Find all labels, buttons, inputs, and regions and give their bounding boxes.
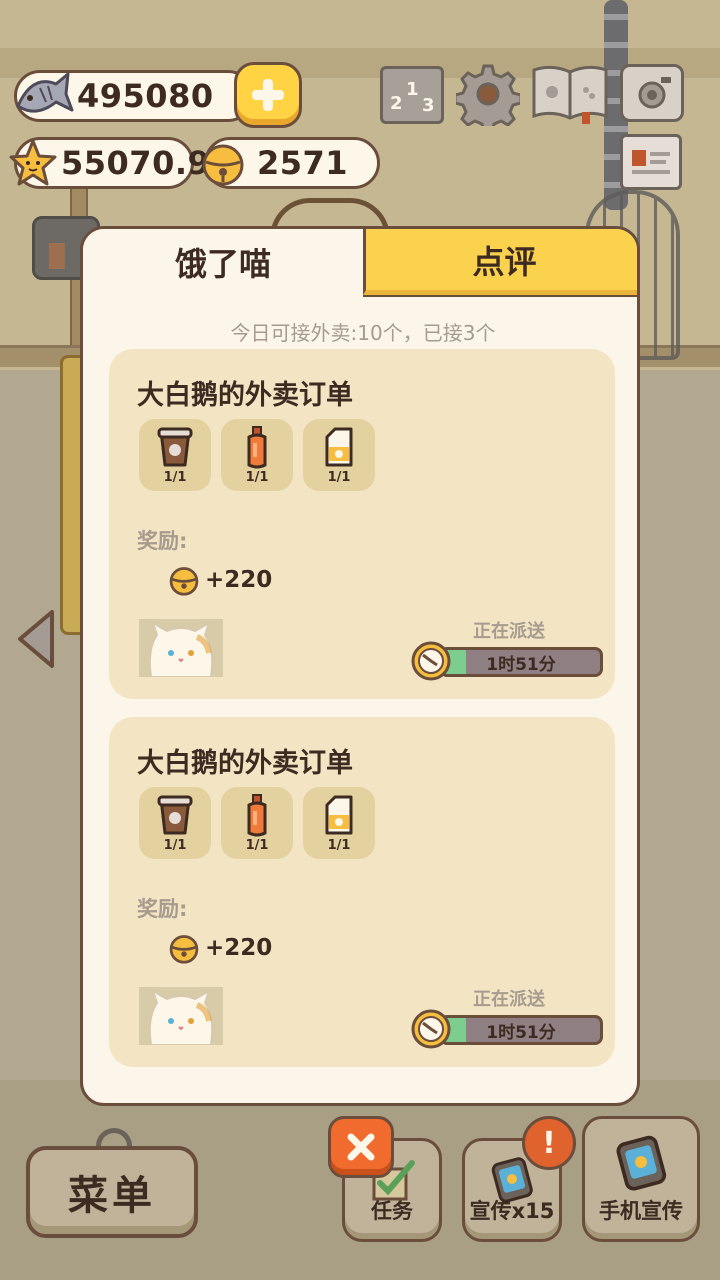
bell-count: 2571 [257, 144, 349, 182]
order-items: 1/1 1/1 1/1 [139, 419, 375, 491]
item-count: 1/1 [163, 470, 187, 485]
book-icon[interactable] [530, 62, 610, 124]
reward-row: +220 [167, 563, 272, 597]
close-button[interactable] [328, 1116, 394, 1178]
left-arrow-icon[interactable] [14, 608, 58, 670]
cup-drink-icon [157, 795, 193, 835]
cat-avatar [139, 619, 223, 677]
milk-carton-icon [325, 427, 353, 467]
item-count: 1/1 [327, 470, 351, 485]
delivery-status: 正在派送 [473, 621, 545, 642]
reward-value: +220 [205, 567, 273, 593]
bell-icon [198, 138, 248, 188]
delivery-timer: 1时51分 [411, 641, 603, 681]
cat-avatar [139, 987, 223, 1045]
camera-icon[interactable] [620, 64, 684, 122]
item-count: 1/1 [163, 838, 187, 853]
item-slot[interactable]: 1/1 [303, 419, 375, 491]
delivery-timer: 1时51分 [411, 1009, 603, 1049]
time-left: 1时51分 [486, 654, 556, 675]
milk-carton-icon [325, 795, 353, 835]
reward-label: 奖励: [137, 897, 188, 921]
phone-icon [491, 1157, 533, 1203]
item-count: 1/1 [327, 838, 351, 853]
reward-row: +220 [167, 931, 272, 965]
delivery-panel: 饿了喵 点评 今日可接外卖:10个，已接3个 大白鹅的外卖订单 1/1 1/1 … [80, 226, 640, 1106]
delivery-status: 正在派送 [473, 989, 545, 1010]
phone-promote-label: 手机宣传 [599, 1199, 683, 1223]
svg-text:3: 3 [422, 95, 435, 116]
bell-icon [169, 567, 199, 596]
clock-icon [411, 641, 451, 681]
progress-bar: 1时51分 [439, 647, 603, 677]
item-slot[interactable]: 1/1 [303, 787, 375, 859]
tab-review[interactable]: 点评 [363, 229, 637, 295]
tab-divider [363, 295, 637, 297]
time-left: 1时51分 [486, 1022, 556, 1043]
item-count: 1/1 [245, 470, 269, 485]
close-icon [347, 1133, 375, 1161]
order-card: 大白鹅的外卖订单 1/1 1/1 1/1 奖励: +220 正在派送 1时51分 [109, 349, 615, 699]
tab-eleme[interactable]: 饿了喵 [83, 229, 363, 295]
bell-icon [169, 935, 199, 964]
order-card: 大白鹅的外卖订单 1/1 1/1 1/1 奖励: +220 正在派送 1时51分 [109, 717, 615, 1067]
daily-quota-text: 今日可接外卖:10个，已接3个 [230, 321, 496, 345]
item-slot[interactable]: 1/1 [139, 787, 211, 859]
order-items: 1/1 1/1 1/1 [139, 787, 375, 859]
svg-text:2: 2 [390, 93, 403, 114]
item-slot[interactable]: 1/1 [139, 419, 211, 491]
star-icon [8, 138, 58, 188]
add-fish-button[interactable] [234, 62, 302, 128]
order-title: 大白鹅的外卖订单 [137, 380, 353, 411]
clock-icon [411, 1009, 451, 1049]
item-count: 1/1 [245, 838, 269, 853]
alert-badge: ! [522, 1116, 576, 1170]
settings-gear-icon[interactable] [456, 62, 520, 126]
fish-count: 495080 [77, 77, 214, 115]
phone-promote-button[interactable]: 手机宣传 [582, 1116, 700, 1242]
fish-icon [12, 66, 76, 124]
phone-icon [616, 1135, 667, 1191]
progress-bar: 1时51分 [439, 1015, 603, 1045]
item-slot[interactable]: 1/1 [221, 419, 293, 491]
menu-button[interactable]: 菜单 [26, 1146, 198, 1238]
item-slot[interactable]: 1/1 [221, 787, 293, 859]
juice-bottle-icon [247, 426, 267, 469]
profile-card-icon[interactable] [620, 134, 682, 190]
svg-text:1: 1 [406, 79, 419, 100]
plus-icon [252, 79, 284, 111]
reward-label: 奖励: [137, 529, 188, 553]
star-count: 55070.9 [61, 144, 211, 182]
ranking-icon[interactable]: 2 1 3 [380, 66, 444, 124]
order-title: 大白鹅的外卖订单 [137, 748, 353, 779]
reward-value: +220 [205, 935, 273, 961]
juice-bottle-icon [247, 794, 267, 837]
cup-drink-icon [157, 427, 193, 467]
